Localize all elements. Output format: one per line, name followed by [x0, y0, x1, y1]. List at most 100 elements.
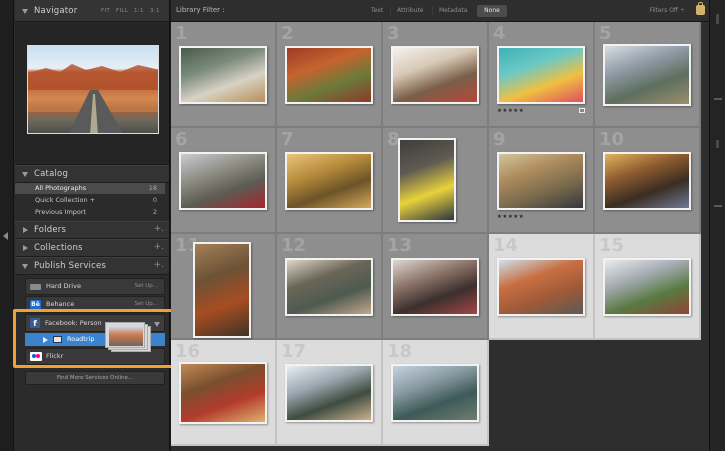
publish-service-hard-drive[interactable]: Hard Drive Set Up...: [25, 278, 165, 295]
cell-number: 1: [175, 23, 188, 44]
left-panel: Navigator FIT FILL 1:1 3:1 Catalog All P…: [0, 0, 170, 451]
photo-thumbnail[interactable]: [391, 258, 479, 316]
catalog-item-count: 2: [152, 208, 157, 216]
cell-number: 5: [599, 23, 612, 44]
grid-cell[interactable]: 10: [595, 128, 701, 234]
catalog-item-quick-collection[interactable]: Quick Collection + 0: [15, 195, 165, 206]
setup-button[interactable]: Set Up...: [134, 283, 158, 289]
chevron-down-icon: [22, 172, 28, 177]
panel-marker: [714, 98, 722, 100]
grid-cell[interactable]: 1: [171, 22, 277, 128]
star-rating[interactable]: ★★★★★: [497, 108, 524, 114]
photo-thumbnail[interactable]: [391, 46, 479, 104]
zoom-3-1[interactable]: 3:1: [150, 8, 160, 14]
photo-thumbnail[interactable]: [285, 152, 373, 210]
filter-metadata-tab[interactable]: Metadata: [439, 7, 467, 14]
photo-thumbnail[interactable]: [179, 152, 267, 210]
catalog-item-all-photographs[interactable]: All Photographs 18: [15, 183, 165, 194]
cell-number: 15: [599, 235, 625, 256]
filter-none-tab[interactable]: None: [477, 5, 507, 17]
photo-thumbnail[interactable]: [285, 46, 373, 104]
photo-thumbnail[interactable]: [603, 44, 691, 106]
chevron-right-icon: [23, 227, 28, 233]
photo-thumbnail[interactable]: [285, 364, 373, 422]
scroll-indicator[interactable]: [716, 14, 719, 24]
grid-cell[interactable]: 17: [277, 340, 383, 446]
cell-number: 13: [387, 235, 413, 256]
right-panel-edge[interactable]: [709, 0, 725, 451]
catalog-item-previous-import[interactable]: Previous Import 2: [15, 207, 165, 218]
grid-cell[interactable]: 5: [595, 22, 701, 128]
panel-marker: [714, 205, 722, 207]
add-publish-service-icon[interactable]: +.: [154, 260, 164, 270]
grid-cell[interactable]: 11: [171, 234, 277, 340]
lock-icon[interactable]: [696, 2, 705, 15]
cell-number: 6: [175, 129, 188, 150]
filter-attribute-tab[interactable]: Attribute: [397, 7, 424, 14]
photo-thumbnail[interactable]: [497, 152, 585, 210]
navigator-preview[interactable]: [15, 22, 169, 165]
photo-thumbnail[interactable]: [398, 138, 456, 222]
collection-badge-icon: [579, 108, 585, 113]
photo-thumbnail[interactable]: [193, 242, 251, 338]
add-collection-icon[interactable]: +.: [154, 242, 164, 252]
grid-cell[interactable]: 14: [489, 234, 595, 340]
folders-title: Folders: [34, 225, 67, 235]
grid-cell[interactable]: 13: [383, 234, 489, 340]
catalog-item-count: 0: [152, 196, 157, 204]
grid-cell[interactable]: 18: [383, 340, 489, 446]
photo-thumbnail[interactable]: [391, 364, 479, 422]
grid-cell[interactable]: 16: [171, 340, 277, 446]
photo-thumbnail[interactable]: [179, 46, 267, 104]
catalog-title: Catalog: [34, 169, 69, 179]
scroll-indicator[interactable]: [716, 140, 719, 148]
publish-services-header[interactable]: Publish Services +.: [15, 257, 169, 275]
drop-target-highlight: [13, 309, 175, 368]
hard-drive-icon: [30, 284, 41, 290]
photo-thumbnail[interactable]: [179, 362, 267, 424]
folders-header[interactable]: Folders +.: [15, 221, 169, 239]
collections-header[interactable]: Collections +.: [15, 239, 169, 257]
zoom-1-1[interactable]: 1:1: [134, 8, 144, 14]
grid-cell[interactable]: 8: [383, 128, 489, 234]
photo-thumbnail[interactable]: [285, 258, 373, 316]
navigator-preview-image: [27, 45, 159, 134]
find-more-services-button[interactable]: Find More Services Online...: [25, 371, 165, 385]
grid-cell[interactable]: 6: [171, 128, 277, 234]
grid-cell[interactable]: 9 ★★★★★: [489, 128, 595, 234]
setup-button[interactable]: Set Up...: [134, 301, 158, 307]
grid-cell[interactable]: 3: [383, 22, 489, 128]
cell-number: 10: [599, 129, 625, 150]
zoom-fill[interactable]: FILL: [116, 8, 128, 14]
grid-cell[interactable]: 12: [277, 234, 383, 340]
grid-cell[interactable]: 7: [277, 128, 383, 234]
collapse-panel-arrow-icon[interactable]: [3, 232, 8, 240]
photo-thumbnail[interactable]: [603, 152, 691, 210]
photo-thumbnail[interactable]: [497, 258, 585, 316]
left-panel-edge[interactable]: [0, 0, 14, 451]
chevron-down-icon: [22, 9, 28, 14]
add-folder-icon[interactable]: +.: [154, 224, 164, 234]
behance-icon: Bē: [30, 300, 41, 309]
cell-number: 9: [493, 129, 506, 150]
catalog-item-count: 18: [148, 184, 157, 192]
grid-cell[interactable]: 2: [277, 22, 383, 128]
library-filter-bar: Library Filter : Text Attribute Metadata…: [171, 0, 709, 22]
collections-title: Collections: [34, 243, 83, 253]
zoom-fit[interactable]: FIT: [101, 8, 110, 14]
photo-thumbnail[interactable]: [497, 46, 585, 104]
star-rating[interactable]: ★★★★★: [497, 214, 524, 220]
publish-services-title: Publish Services: [34, 261, 107, 271]
grid-cell[interactable]: 4 ★★★★★: [489, 22, 595, 128]
cell-number: 7: [281, 129, 294, 150]
grid-cell[interactable]: 15: [595, 234, 701, 340]
catalog-item-label: Previous Import: [35, 208, 87, 216]
catalog-header[interactable]: Catalog: [15, 165, 169, 183]
navigator-header[interactable]: Navigator FIT FILL 1:1 3:1: [15, 0, 169, 22]
filters-off-dropdown[interactable]: Filters Off ÷: [649, 7, 685, 14]
photo-thumbnail[interactable]: [603, 258, 691, 316]
filter-text-tab[interactable]: Text: [371, 7, 383, 14]
cell-number: 17: [281, 341, 307, 362]
catalog-item-label: Quick Collection +: [35, 196, 96, 204]
lightroom-library-window: Navigator FIT FILL 1:1 3:1 Catalog All P…: [0, 0, 725, 451]
